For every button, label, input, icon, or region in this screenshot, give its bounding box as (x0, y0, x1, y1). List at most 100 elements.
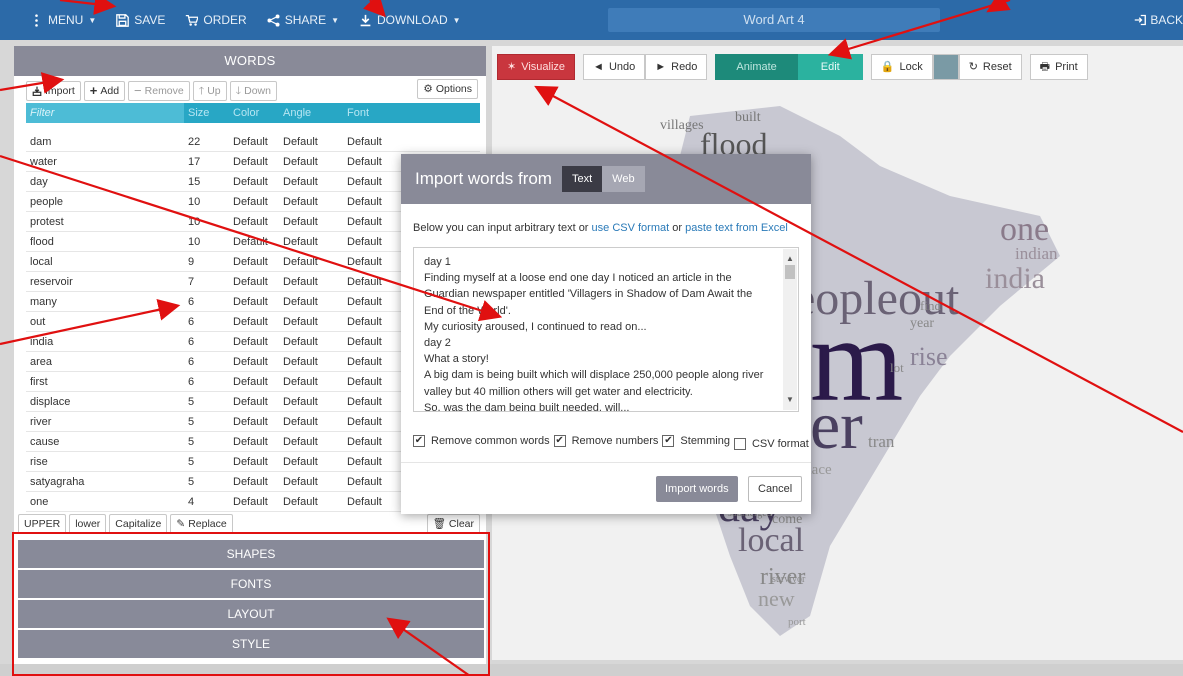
lock-button[interactable]: 🔒 Lock (870, 54, 933, 80)
scroll-thumb[interactable] (785, 265, 795, 279)
color-cell[interactable]: Default (229, 192, 279, 211)
undo-button[interactable]: ◄ Undo (583, 54, 646, 80)
add-button[interactable]: + Add (83, 81, 126, 101)
word-cell[interactable]: water (26, 152, 184, 171)
angle-cell[interactable]: Default (279, 472, 343, 491)
paste-excel-link[interactable]: paste text from Excel (685, 222, 788, 234)
color-cell[interactable]: Default (229, 432, 279, 451)
capitalize-button[interactable]: Capitalize (109, 514, 168, 534)
filter-input[interactable]: Filter (26, 103, 184, 123)
up-button[interactable]: 🡑 Up (192, 81, 227, 101)
size-cell[interactable]: 5 (184, 452, 229, 471)
visualize-button[interactable]: ✶ Visualize (497, 54, 576, 80)
size-cell[interactable]: 5 (184, 412, 229, 431)
size-cell[interactable]: 7 (184, 272, 229, 291)
word-cell[interactable]: india (26, 332, 184, 351)
angle-cell[interactable]: Default (279, 492, 343, 511)
color-column-header[interactable]: Color (229, 103, 279, 123)
size-cell[interactable]: 10 (184, 212, 229, 231)
angle-cell[interactable]: Default (279, 232, 343, 251)
size-cell[interactable]: 5 (184, 472, 229, 491)
size-cell[interactable]: 22 (184, 132, 229, 151)
angle-cell[interactable]: Default (279, 452, 343, 471)
csv-format-link[interactable]: use CSV format (592, 222, 670, 234)
csv-format-checkbox[interactable] (733, 438, 746, 450)
word-cell[interactable]: local (26, 252, 184, 271)
angle-cell[interactable]: Default (279, 172, 343, 191)
word-cell[interactable]: first (26, 372, 184, 391)
stemming-checkbox[interactable]: ✔ (662, 435, 675, 447)
project-title[interactable]: Word Art 4 (608, 8, 940, 32)
color-cell[interactable]: Default (229, 152, 279, 171)
color-cell[interactable]: Default (229, 132, 279, 151)
word-cell[interactable]: dam (26, 132, 184, 151)
word-cell[interactable]: day (26, 172, 184, 191)
size-cell[interactable]: 6 (184, 312, 229, 331)
word-cell[interactable]: river (26, 412, 184, 431)
size-cell[interactable]: 9 (184, 252, 229, 271)
lower-button[interactable]: lower (69, 514, 107, 534)
angle-cell[interactable]: Default (279, 292, 343, 311)
tab-text[interactable]: Text (561, 166, 603, 192)
size-cell[interactable]: 6 (184, 292, 229, 311)
replace-button[interactable]: ✎ Replace (170, 514, 233, 534)
angle-cell[interactable]: Default (279, 432, 343, 451)
word-cell[interactable]: reservoir (26, 272, 184, 291)
word-cell[interactable]: satyagraha (26, 472, 184, 491)
angle-cell[interactable]: Default (279, 192, 343, 211)
angle-cell[interactable]: Default (279, 252, 343, 271)
word-cell[interactable]: rise (26, 452, 184, 471)
scroll-down-icon[interactable]: ▼ (786, 392, 794, 408)
size-cell[interactable]: 6 (184, 352, 229, 371)
size-column-header[interactable]: Size (184, 103, 229, 123)
word-cell[interactable]: area (26, 352, 184, 371)
options-button[interactable]: ⚙ Options (417, 79, 478, 99)
color-cell[interactable]: Default (229, 352, 279, 371)
color-swatch[interactable] (932, 54, 959, 80)
size-cell[interactable]: 17 (184, 152, 229, 171)
font-cell[interactable]: Default (343, 132, 423, 151)
size-cell[interactable]: 6 (184, 372, 229, 391)
angle-cell[interactable]: Default (279, 212, 343, 231)
size-cell[interactable]: 15 (184, 172, 229, 191)
size-cell[interactable]: 5 (184, 432, 229, 451)
angle-cell[interactable]: Default (279, 392, 343, 411)
color-cell[interactable]: Default (229, 332, 279, 351)
import-words-button[interactable]: Import words (656, 476, 738, 502)
menu-button[interactable]: MENU ▼ (0, 0, 106, 40)
textarea-scrollbar[interactable]: ▲ ▼ (783, 249, 797, 410)
color-cell[interactable]: Default (229, 472, 279, 491)
print-button[interactable]: 🖶 Print (1029, 54, 1088, 80)
color-cell[interactable]: Default (229, 212, 279, 231)
tab-web[interactable]: Web (602, 166, 645, 192)
animate-button[interactable]: Animate (715, 54, 798, 80)
color-cell[interactable]: Default (229, 452, 279, 471)
color-cell[interactable]: Default (229, 292, 279, 311)
word-cell[interactable]: displace (26, 392, 184, 411)
cancel-button[interactable]: Cancel (748, 476, 803, 502)
share-button[interactable]: SHARE ▼ (257, 0, 349, 40)
color-cell[interactable]: Default (229, 372, 279, 391)
download-button[interactable]: DOWNLOAD ▼ (349, 0, 471, 40)
edit-button[interactable]: Edit (797, 54, 863, 80)
down-button[interactable]: 🡓 Down (229, 81, 277, 101)
remove-common-checkbox[interactable]: ✔ (413, 435, 425, 447)
redo-button[interactable]: ► Redo (645, 54, 708, 80)
reset-button[interactable]: ↻ Reset (958, 54, 1022, 80)
word-cell[interactable]: cause (26, 432, 184, 451)
word-cell[interactable]: protest (26, 212, 184, 231)
color-cell[interactable]: Default (229, 492, 279, 511)
angle-cell[interactable]: Default (279, 352, 343, 371)
word-cell[interactable]: people (26, 192, 184, 211)
word-cell[interactable]: many (26, 292, 184, 311)
remove-button[interactable]: − Remove (128, 81, 190, 101)
angle-cell[interactable]: Default (279, 132, 343, 151)
angle-cell[interactable]: Default (279, 412, 343, 431)
color-cell[interactable]: Default (229, 232, 279, 251)
word-cell[interactable]: flood (26, 232, 184, 251)
font-column-header[interactable]: Font (343, 103, 423, 123)
order-button[interactable]: ORDER (175, 0, 256, 40)
save-button[interactable]: SAVE (106, 0, 175, 40)
angle-cell[interactable]: Default (279, 332, 343, 351)
color-cell[interactable]: Default (229, 412, 279, 431)
